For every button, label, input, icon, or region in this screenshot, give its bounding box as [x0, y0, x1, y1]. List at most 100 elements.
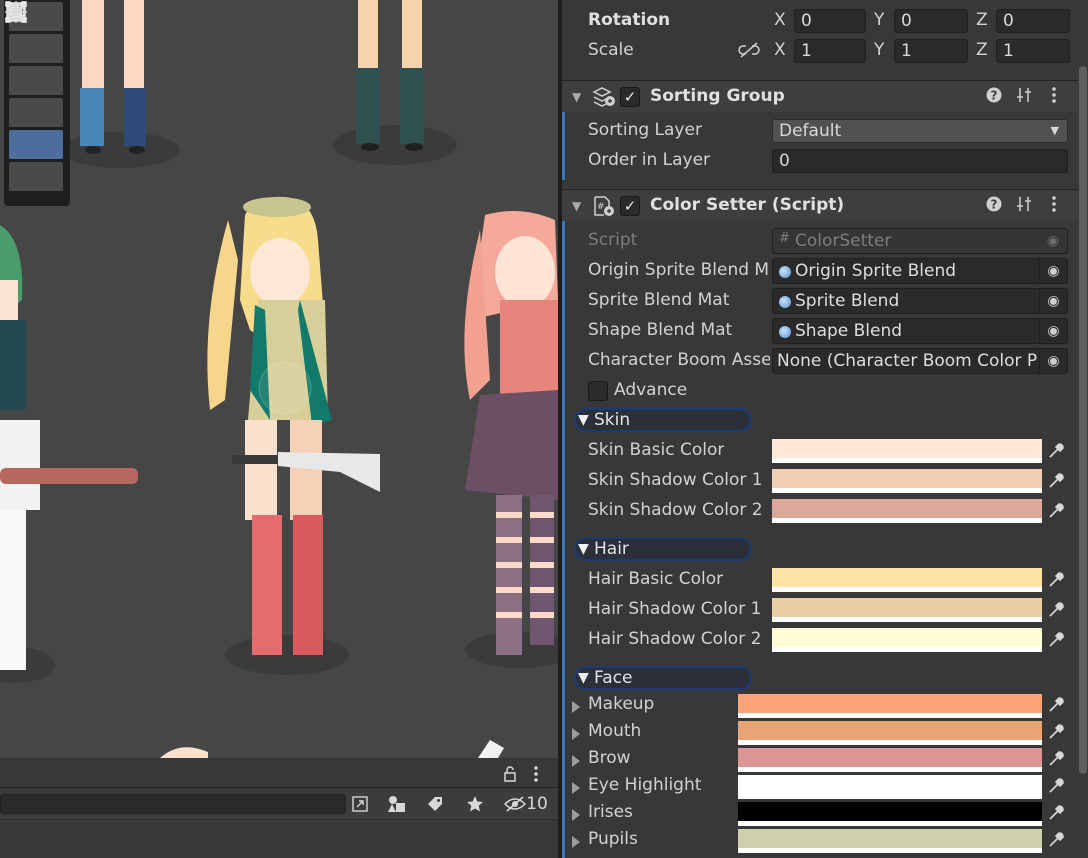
foldout-right-icon[interactable] [572, 755, 580, 767]
eyedropper-icon[interactable] [1042, 597, 1070, 623]
hair-group-header[interactable]: ▼ Hair [574, 537, 752, 561]
skin-shadow-color-2-row: Skin Shadow Color 2 [562, 496, 1078, 526]
rect-tool-button[interactable] [5, 1, 63, 159]
face-item-irises-swatch[interactable] [738, 802, 1042, 826]
sorting-layer-dropdown[interactable]: Default ▼ [772, 119, 1068, 143]
character-center-blonde[interactable] [207, 196, 380, 655]
svg-text:#: # [597, 202, 605, 212]
sprite-blend-mat-label: Sprite Blend Mat [588, 290, 730, 310]
foldout-arrow-icon[interactable]: ▼ [572, 199, 581, 213]
object-picker-icon[interactable]: ◉ [1039, 289, 1067, 313]
foldout-arrow-icon[interactable]: ▼ [578, 541, 589, 557]
rotation-z-field[interactable]: 0 [996, 9, 1070, 33]
shape-blend-mat-field[interactable]: Shape Blend ◉ [772, 318, 1068, 344]
sorting-group-enabled-checkbox[interactable]: ✓ [620, 87, 640, 107]
sorting-group-header[interactable]: ▼ ✓ Sorting Group ? [562, 80, 1078, 112]
eyedropper-icon[interactable] [1042, 498, 1070, 524]
color-setter-enabled-checkbox[interactable]: ✓ [620, 196, 640, 216]
face-item-mouth-swatch[interactable] [738, 721, 1042, 745]
skin-shadow-color-1-row: Skin Shadow Color 1 [562, 466, 1078, 496]
constrain-proportions-icon[interactable] [738, 42, 760, 63]
eyedropper-icon[interactable] [1042, 800, 1070, 826]
eyedropper-icon[interactable] [1042, 746, 1070, 772]
sorting-layer-row: Sorting Layer Default ▼ [562, 116, 1078, 146]
face-group-header[interactable]: ▼ Face [574, 666, 752, 690]
face-item-makeup-swatch[interactable] [738, 694, 1042, 718]
character-top-left[interactable] [80, 0, 146, 154]
skin-shadow-color-2-swatch[interactable] [772, 499, 1042, 523]
advance-checkbox[interactable] [588, 381, 608, 401]
foldout-right-icon[interactable] [572, 782, 580, 794]
search-options-icon[interactable] [348, 790, 372, 818]
color-setter-header[interactable]: ▼ # ✓ Color Setter (Script) ? [562, 189, 1078, 221]
foldout-arrow-icon[interactable]: ▼ [578, 412, 589, 428]
eyedropper-icon[interactable] [1042, 719, 1070, 745]
face-item-pupils-swatch[interactable] [738, 829, 1042, 853]
scale-z-field[interactable]: 1 [996, 39, 1070, 63]
face-item-label: Eye Highlight [588, 775, 702, 795]
eyedropper-icon[interactable] [1042, 692, 1070, 718]
eyedropper-icon[interactable] [1042, 773, 1070, 799]
character-left-green[interactable] [0, 225, 138, 670]
eyedropper-icon[interactable] [1042, 827, 1070, 853]
foldout-right-icon[interactable] [572, 728, 580, 740]
order-in-layer-field[interactable]: 0 [772, 149, 1068, 173]
scrollbar-thumb[interactable] [1079, 66, 1087, 774]
scale-y-field[interactable]: 1 [894, 39, 968, 63]
hidden-packages-count: 10 [526, 794, 548, 814]
skin-basic-color-swatch[interactable] [772, 439, 1042, 463]
filter-by-label-icon[interactable] [420, 790, 450, 818]
component-menu-icon[interactable] [1052, 87, 1056, 107]
presets-icon[interactable] [1016, 196, 1032, 216]
object-picker-icon[interactable]: ◉ [1039, 259, 1067, 283]
foldout-arrow-icon[interactable]: ▼ [578, 670, 589, 686]
rotation-x-field[interactable]: 0 [794, 9, 866, 33]
rotation-y-field[interactable]: 0 [894, 9, 968, 33]
hair-basic-color-swatch[interactable] [772, 568, 1042, 592]
move-tool-button[interactable] [4, 0, 63, 63]
favorites-star-icon[interactable] [460, 790, 490, 818]
search-input[interactable] [0, 794, 346, 814]
transform-tool-button[interactable] [6, 2, 63, 191]
object-picker-icon[interactable]: ◉ [1039, 349, 1067, 373]
hair-basic-color-label: Hair Basic Color [588, 569, 724, 589]
project-panel-header [0, 758, 558, 788]
eyedropper-icon[interactable] [1042, 567, 1070, 593]
foldout-right-icon[interactable] [572, 836, 580, 848]
object-picker-icon[interactable]: ◉ [1039, 319, 1067, 343]
character-right-pink[interactable] [464, 211, 558, 655]
eyedropper-icon[interactable] [1042, 438, 1070, 464]
hair-shadow-color-2-swatch[interactable] [772, 628, 1042, 652]
component-menu-icon[interactable] [1052, 196, 1056, 216]
lock-icon[interactable] [500, 760, 520, 788]
alpha-bar [772, 518, 1042, 523]
hair-shadow-color-1-swatch[interactable] [772, 598, 1042, 622]
inspector-scrollbar[interactable] [1078, 0, 1088, 858]
eyedropper-icon[interactable] [1042, 627, 1070, 653]
face-item-eye-highlight-swatch[interactable] [738, 775, 1042, 799]
scale-tool-button[interactable] [6, 2, 63, 127]
help-icon[interactable]: ? [986, 196, 1002, 216]
kebab-menu-icon[interactable] [526, 760, 546, 788]
foldout-arrow-icon[interactable]: ▼ [572, 90, 581, 104]
color-fill [738, 748, 1042, 767]
scale-x-field[interactable]: 1 [794, 39, 866, 63]
skin-group-header[interactable]: ▼ Skin [574, 408, 752, 432]
help-icon[interactable]: ? [986, 87, 1002, 107]
presets-icon[interactable] [1016, 87, 1032, 107]
eyedropper-icon[interactable] [1042, 468, 1070, 494]
face-item-brow-swatch[interactable] [738, 748, 1042, 772]
skin-shadow-color-1-swatch[interactable] [772, 469, 1042, 493]
sprite-blend-mat-field[interactable]: Sprite Blend ◉ [772, 288, 1068, 314]
foldout-right-icon[interactable] [572, 701, 580, 713]
foldout-right-icon[interactable] [572, 809, 580, 821]
face-item-pupils-row: Pupils [562, 827, 1078, 854]
rotate-tool-button[interactable] [8, 3, 63, 95]
scene-view[interactable] [0, 0, 558, 758]
filter-by-type-icon[interactable] [382, 790, 412, 818]
origin-sprite-blend-field[interactable]: Origin Sprite Blend ◉ [772, 258, 1068, 284]
scene-canvas[interactable] [0, 0, 558, 758]
hidden-packages-toggle[interactable]: 10 [500, 790, 552, 818]
character-boom-asset-field[interactable]: None (Character Boom Color P ◉ [772, 348, 1068, 374]
alpha-bar [738, 740, 1042, 745]
